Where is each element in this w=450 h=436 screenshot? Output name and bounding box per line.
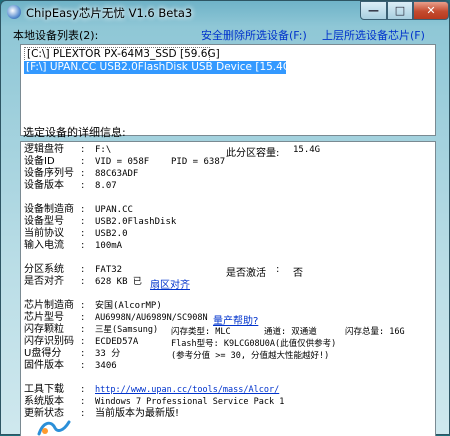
activated-value: 否 <box>293 268 303 279</box>
logo-icon <box>37 420 71 436</box>
maximize-icon: □ <box>394 4 406 17</box>
activated-colon: : <box>276 264 280 275</box>
app-icon <box>7 5 21 19</box>
title-bar[interactable]: ChipEasy芯片无忧 V1.6 Beta3 — □ ✕ <box>1 1 449 23</box>
minimize-button[interactable]: — <box>360 1 387 20</box>
client-area: 本地设备列表(2): 安全删除所选设备(F:) 上层所选设备芯片(F) [C:\… <box>9 23 443 436</box>
capacity-value: 15.4G <box>293 145 321 155</box>
tool-download-link[interactable]: http://www.upan.cc/tools/mass/Alcor/ <box>95 385 279 395</box>
capacity-label: 此分区容量: <box>226 148 280 159</box>
close-icon: ✕ <box>426 4 436 17</box>
maximize-button[interactable]: □ <box>387 1 413 20</box>
details-panel[interactable]: 逻辑盘符: F:\ 此分区容量: 15.4G 设备ID: VID = 058F PI… <box>20 141 436 436</box>
align-link[interactable]: 扇区对齐 <box>150 276 190 291</box>
pid-value: PID = 6387 <box>171 157 226 167</box>
flash-type: 闪存类型: MLC <box>171 327 231 337</box>
flash-channel: 通道: 双通道 <box>264 327 317 337</box>
safe-remove-link[interactable]: 安全删除所选设备(F:) <box>201 27 307 43</box>
close-button[interactable]: ✕ <box>413 1 449 20</box>
device-item-selected[interactable]: [F:\] UPAN.CC USB2.0FlashDisk USB Device… <box>24 61 295 74</box>
app-window: ChipEasy芯片无忧 V1.6 Beta3 — □ ✕ 本地设备列表(2):… <box>0 0 450 436</box>
details-label: 选定设备的详细信息: <box>23 126 126 139</box>
score-note: (参考分值 >= 30, 分值越大性能越好!) <box>171 351 330 361</box>
upper-link[interactable]: 上层所选设备芯片(F) <box>322 27 425 43</box>
activated-label: 是否激活 <box>226 268 266 279</box>
device-list[interactable]: [C:\] PLEXTOR PX-64M3_SSD [59.6G] [F:\] … <box>20 44 436 136</box>
minimize-icon: — <box>368 4 379 17</box>
window-title: ChipEasy芯片无忧 V1.6 Beta3 <box>26 6 193 20</box>
flash-total: 闪存总量: 16G <box>345 327 405 337</box>
device-list-label: 本地设备列表(2): <box>13 29 99 42</box>
device-item[interactable]: [C:\] PLEXTOR PX-64M3_SSD [59.6G] <box>24 47 220 62</box>
flash-model: Flash型号: K9LCG08U0A(此值仅供参考) <box>171 339 337 349</box>
